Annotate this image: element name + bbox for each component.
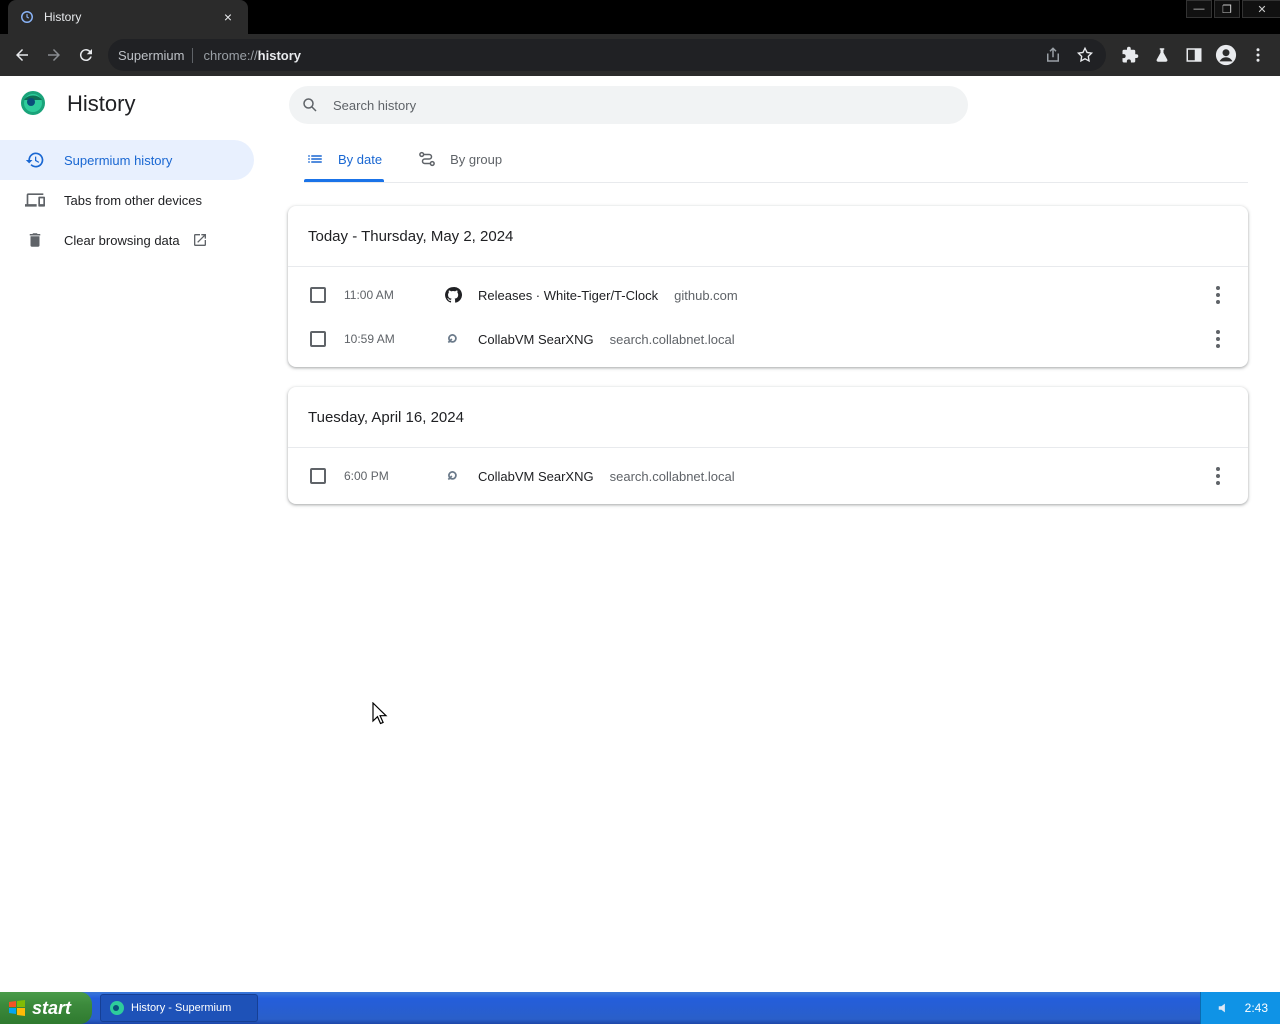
entry-domain: search.collabnet.local bbox=[609, 468, 735, 484]
history-entry[interactable]: 6:00 PM CollabVM SearXNG search.collabne… bbox=[288, 454, 1248, 498]
start-button[interactable]: start bbox=[0, 992, 92, 1024]
more-actions-icon[interactable] bbox=[1210, 285, 1226, 305]
history-group-card: Tuesday, April 16, 2024 6:00 PM CollabVM… bbox=[288, 387, 1248, 504]
browser-toolbar: Supermium chrome://history bbox=[0, 34, 1280, 76]
search-icon bbox=[303, 98, 317, 112]
browser-tab-history[interactable]: History × bbox=[8, 0, 248, 34]
tab-by-group[interactable]: By group bbox=[416, 138, 504, 180]
labs-button[interactable] bbox=[1146, 39, 1178, 71]
searxng-icon bbox=[444, 467, 462, 485]
share-icon[interactable] bbox=[1044, 46, 1062, 64]
entry-checkbox[interactable] bbox=[310, 331, 326, 347]
extensions-button[interactable] bbox=[1114, 39, 1146, 71]
tab-title: History bbox=[44, 10, 82, 24]
history-entry[interactable]: 11:00 AM Releases · White-Tiger/T-Clock … bbox=[288, 273, 1248, 317]
bookmark-star-icon[interactable] bbox=[1076, 46, 1094, 64]
windows-flag-icon bbox=[9, 1000, 25, 1016]
system-tray: 2:43 bbox=[1200, 992, 1280, 1024]
close-window-button[interactable]: ✕ bbox=[1242, 0, 1280, 18]
entry-checkbox[interactable] bbox=[310, 468, 326, 484]
searxng-icon bbox=[444, 330, 462, 348]
arrow-left-icon bbox=[16, 49, 28, 61]
devices-icon bbox=[24, 189, 46, 211]
minimize-button[interactable]: — bbox=[1186, 0, 1212, 18]
search-box[interactable] bbox=[289, 86, 968, 124]
entry-title[interactable]: Releases · White-Tiger/T-Clock bbox=[478, 288, 658, 303]
open-in-new-icon bbox=[193, 234, 206, 246]
site-chip: Supermium bbox=[118, 47, 194, 63]
sidebar-item-other-devices[interactable]: Tabs from other devices bbox=[0, 180, 254, 220]
taskbar-item-label: History - Supermium bbox=[131, 1002, 232, 1014]
trash-icon bbox=[24, 229, 46, 251]
history-icon bbox=[24, 149, 46, 171]
entry-title[interactable]: CollabVM SearXNG bbox=[478, 469, 594, 484]
sidebar-item-clear-data[interactable]: Clear browsing data bbox=[0, 220, 254, 260]
supermium-logo-icon bbox=[21, 91, 45, 115]
entry-time: 10:59 AM bbox=[344, 332, 395, 346]
tab-label: By group bbox=[450, 151, 503, 167]
history-favicon-icon bbox=[21, 11, 33, 23]
tab-strip: History × — ❐ ✕ bbox=[0, 0, 1280, 34]
search-input[interactable] bbox=[333, 97, 933, 113]
puzzle-icon bbox=[1122, 46, 1139, 63]
github-icon bbox=[444, 286, 462, 304]
arrow-right-icon bbox=[48, 49, 60, 61]
mouse-cursor-icon bbox=[372, 702, 388, 725]
entry-time: 6:00 PM bbox=[344, 469, 389, 483]
taskbar-item-history[interactable]: History - Supermium bbox=[100, 994, 258, 1022]
tabs-divider bbox=[304, 182, 1248, 183]
sidebar-item-label: Supermium history bbox=[64, 152, 173, 168]
url-text: chrome://history bbox=[203, 47, 301, 63]
entry-domain: search.collabnet.local bbox=[609, 331, 735, 347]
more-actions-icon[interactable] bbox=[1210, 329, 1226, 349]
entry-domain: github.com bbox=[674, 287, 738, 303]
menu-button[interactable] bbox=[1242, 39, 1274, 71]
more-actions-icon[interactable] bbox=[1210, 466, 1226, 486]
supermium-icon bbox=[110, 1001, 124, 1015]
sidebar-item-history[interactable]: Supermium history bbox=[0, 140, 254, 180]
sidebar-item-label: Clear browsing data bbox=[64, 232, 180, 248]
flask-icon bbox=[1156, 48, 1168, 62]
sidebar: Supermium history Tabs from other device… bbox=[0, 140, 256, 260]
back-button[interactable] bbox=[6, 39, 38, 71]
group-heading: Tuesday, April 16, 2024 bbox=[288, 387, 1248, 448]
group-heading: Today - Thursday, May 2, 2024 bbox=[288, 206, 1248, 267]
clock: 2:43 bbox=[1244, 1001, 1268, 1015]
entry-time: 11:00 AM bbox=[344, 288, 394, 302]
side-panel-button[interactable] bbox=[1178, 39, 1210, 71]
taskbar: start History - Supermium 2:43 bbox=[0, 992, 1280, 1024]
history-group-card: Today - Thursday, May 2, 2024 11:00 AM R… bbox=[288, 206, 1248, 367]
history-view-tabs: By date By group bbox=[304, 138, 536, 182]
avatar-icon bbox=[1215, 44, 1237, 66]
profile-button[interactable] bbox=[1210, 39, 1242, 71]
restore-button[interactable]: ❐ bbox=[1214, 0, 1240, 18]
kebab-menu-icon bbox=[1256, 48, 1260, 62]
reload-button[interactable] bbox=[70, 39, 102, 71]
journeys-icon bbox=[419, 151, 435, 167]
list-icon bbox=[308, 155, 322, 163]
entry-checkbox[interactable] bbox=[310, 287, 326, 303]
reload-icon bbox=[79, 49, 92, 62]
tab-close-icon[interactable]: × bbox=[220, 9, 236, 25]
tab-by-date[interactable]: By date bbox=[304, 138, 385, 182]
history-entry[interactable]: 10:59 AM CollabVM SearXNG search.collabn… bbox=[288, 317, 1248, 361]
sidebar-item-label: Tabs from other devices bbox=[64, 192, 203, 208]
tab-label: By date bbox=[338, 151, 383, 167]
forward-button[interactable] bbox=[38, 39, 70, 71]
start-label: start bbox=[32, 997, 72, 1018]
side-panel-icon bbox=[1186, 48, 1202, 62]
entry-title[interactable]: CollabVM SearXNG bbox=[478, 332, 594, 347]
speaker-icon[interactable] bbox=[1217, 1001, 1231, 1015]
page-title: History bbox=[67, 91, 136, 116]
address-bar[interactable]: Supermium chrome://history bbox=[108, 39, 1106, 71]
